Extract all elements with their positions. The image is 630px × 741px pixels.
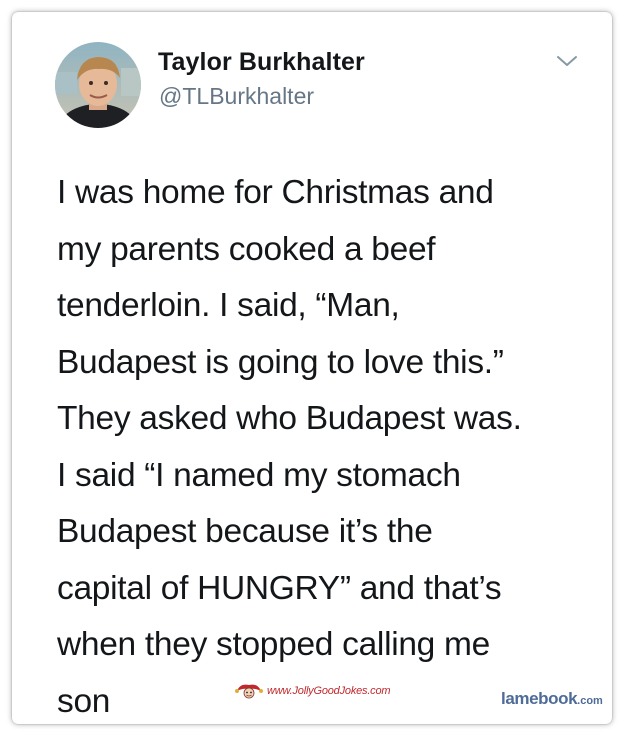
jollygoodjokes-watermark: www.JollyGoodJokes.com — [234, 682, 391, 700]
jollygoodjokes-url: www.JollyGoodJokes.com — [267, 685, 391, 697]
chevron-down-icon[interactable] — [554, 50, 580, 72]
tweet-text: I was home for Christmas and my parents … — [57, 174, 522, 720]
author-handle[interactable]: @TLBurkhalter — [159, 83, 314, 110]
avatar-image — [55, 42, 141, 128]
jester-logo-icon — [235, 684, 263, 699]
tweet-card: Taylor Burkhalter @TLBurkhalter I was ho… — [12, 12, 612, 724]
author-name[interactable]: Taylor Burkhalter — [158, 48, 365, 77]
avatar[interactable] — [55, 42, 141, 128]
lamebook-tld: .com — [577, 695, 603, 707]
lamebook-name: lamebook — [501, 689, 578, 708]
lamebook-watermark: lamebook.com — [501, 689, 603, 709]
